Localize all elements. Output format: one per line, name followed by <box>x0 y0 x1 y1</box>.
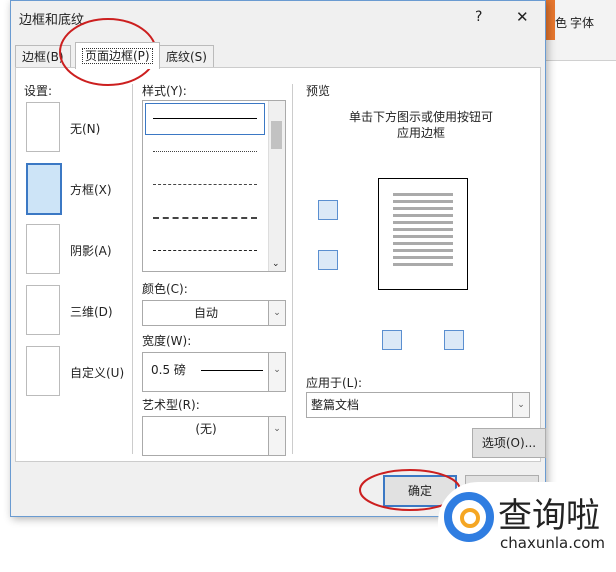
watermark-url: chaxunla.com <box>500 534 605 552</box>
watermark-logo-icon <box>444 492 494 542</box>
watermark: 查询啦 chaxunla.com <box>438 482 616 572</box>
tab-label: 页面边框(P) <box>82 48 153 64</box>
tab-page-border[interactable]: 页面边框(P) <box>75 42 160 69</box>
watermark-name: 查询啦 <box>498 496 600 536</box>
